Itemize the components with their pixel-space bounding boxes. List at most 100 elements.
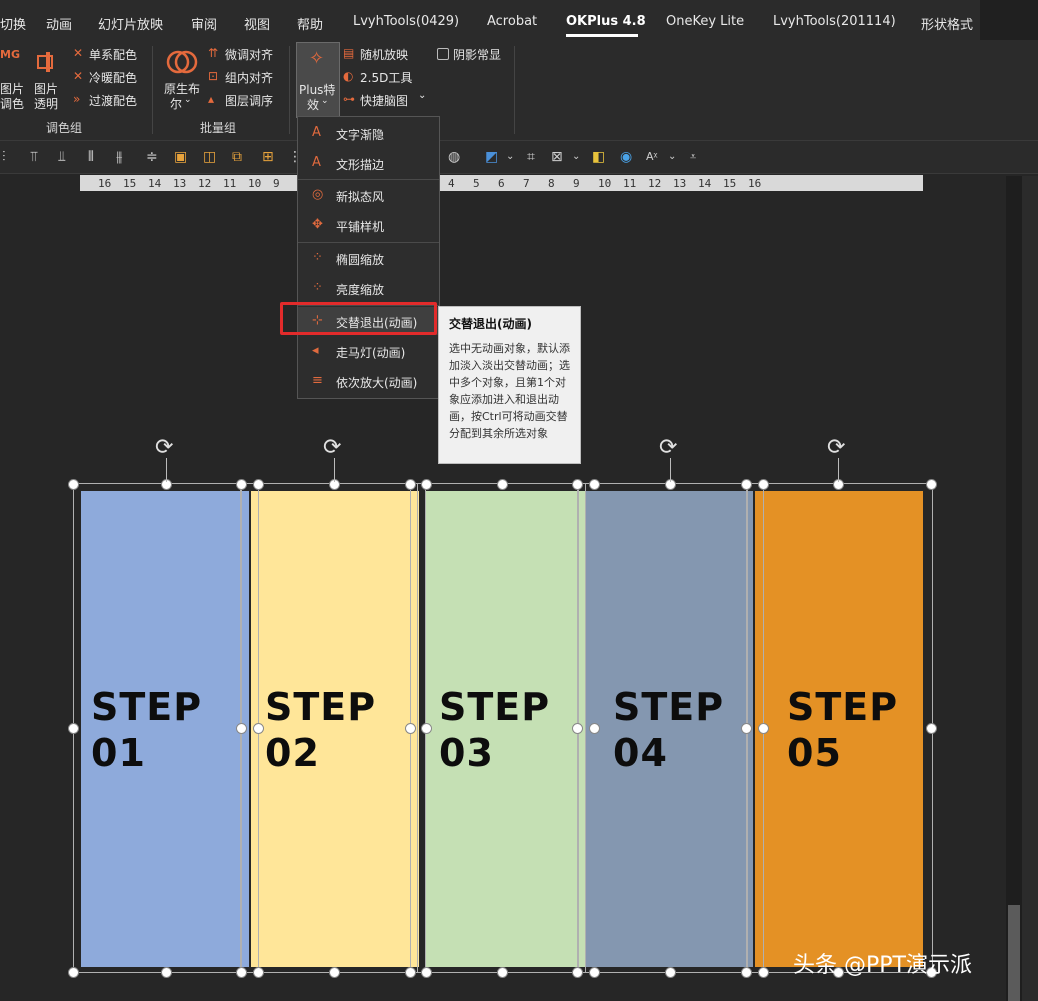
resize-handle[interactable] [741,967,752,978]
resize-handle[interactable] [236,479,247,490]
resize-handle[interactable] [253,723,264,734]
customize-toolbar-icon[interactable]: ⩡ [690,149,696,165]
tab-okplus[interactable]: OKPlus 4.8 [566,14,646,29]
resize-handle[interactable] [589,723,600,734]
chevron-down-icon[interactable]: ⌄ [668,149,676,165]
transition-color-button[interactable]: 过渡配色 [89,92,137,109]
rotate-handle-icon[interactable]: ⟳ [659,437,677,459]
resize-handle[interactable] [405,479,416,490]
resize-handle[interactable] [926,479,937,490]
crop-icon[interactable]: ⌗ [527,149,535,165]
resize-handle[interactable] [572,479,583,490]
tab-transitions[interactable]: 切换 [0,14,26,33]
group-align-button[interactable]: 组内对齐 [225,69,273,86]
distribute-icon[interactable]: ⫵ [116,149,122,165]
step-label-3[interactable]: STEP 03 [439,684,550,776]
step-label-4[interactable]: STEP 04 [613,684,724,776]
step-label-2[interactable]: STEP 02 [265,684,376,776]
tab-lvyhtools-201114[interactable]: LvyhTools(201114) [773,14,896,29]
random-show-button[interactable]: 随机放映 [360,46,408,63]
menu-item-5[interactable]: ⁘ 椭圆缩放 [298,244,439,272]
menu-item-4[interactable]: ✥ 平铺样机 [298,211,439,239]
resize-handle[interactable] [572,723,583,734]
warm-cold-color-button[interactable]: 冷暖配色 [89,69,137,86]
resize-handle[interactable] [497,967,508,978]
resize-handle[interactable] [758,723,769,734]
resize-handle[interactable] [926,723,937,734]
resize-handle[interactable] [161,967,172,978]
resize-handle[interactable] [758,479,769,490]
resize-handle[interactable] [253,479,264,490]
chevron-down-icon[interactable]: ⌄ [572,149,580,165]
resize-handle[interactable] [405,967,416,978]
shape-merge-icon[interactable]: ◍ [448,149,460,165]
quick-mindmap-button[interactable]: 快捷脑图 [360,92,408,109]
image-transparent-button[interactable] [32,48,66,78]
resize-handle[interactable] [68,723,79,734]
shape-fill-icon[interactable]: ◩ [485,149,498,165]
text-effect-icon[interactable]: Aᵡ [646,149,658,165]
shadow-checkbox[interactable] [437,48,449,60]
resize-handle[interactable] [758,967,769,978]
scrollbar-thumb[interactable] [1008,905,1020,1001]
resize-handle[interactable] [329,967,340,978]
color-square-icon[interactable]: ◧ [592,149,605,165]
resize-handle[interactable] [589,479,600,490]
menu-item-8[interactable]: ◂ 走马灯(动画) [298,337,439,365]
rotate-handle-icon[interactable]: ⟳ [323,437,341,459]
tab-slideshow[interactable]: 幻灯片放映 [98,14,163,33]
resize-handle[interactable] [68,967,79,978]
tab-lvyhtools-0429[interactable]: LvyhTools(0429) [353,14,459,29]
align-top-icon[interactable]: ⫪ [30,149,38,165]
align-middle-icon[interactable]: ≑ [146,149,158,165]
resize-handle[interactable] [421,723,432,734]
fine-align-button[interactable]: 微调对齐 [225,46,273,63]
resize-handle[interactable] [741,723,752,734]
resize-handle[interactable] [421,967,432,978]
tab-animations[interactable]: 动画 [46,14,72,33]
tab-help[interactable]: 帮助 [297,14,323,33]
picture-icon[interactable]: ⊠ [551,149,563,165]
menu-item-3[interactable]: ◎ 新拟态风 [298,181,439,209]
resize-handle[interactable] [497,479,508,490]
resize-handle[interactable] [236,723,247,734]
tab-review[interactable]: 审阅 [191,14,217,33]
tab-shape-format[interactable]: 形状格式 [921,14,973,33]
menu-item-6[interactable]: ⁘ 亮度缩放 [298,274,439,302]
tab-acrobat[interactable]: Acrobat [487,14,537,29]
layer-order-button[interactable]: 图层调序 [225,92,273,109]
resize-handle[interactable] [741,479,752,490]
tab-onekey-lite[interactable]: OneKey Lite [666,14,744,29]
native-boolean-button[interactable] [164,46,200,78]
group-icon[interactable]: ⧉ [232,149,242,165]
step-label-1[interactable]: STEP 01 [91,684,202,776]
resize-handle[interactable] [572,967,583,978]
resize-handle[interactable] [589,967,600,978]
rotate-handle-icon[interactable]: ⟳ [155,437,173,459]
menu-item-9[interactable]: ≡ 依次放大(动画) [298,367,439,395]
align-bottom-icon[interactable]: ⫫ [58,149,66,165]
rotate-handle-icon[interactable]: ⟳ [827,437,845,459]
image-color-button[interactable]: MG [0,48,22,70]
tool-2-5d-button[interactable]: 2.5D工具 [360,69,412,86]
align-center-icon[interactable]: ⫶ [2,149,6,165]
resize-handle[interactable] [253,967,264,978]
resize-handle[interactable] [421,479,432,490]
resize-handle[interactable] [68,479,79,490]
distribute-horizontal-icon[interactable]: ⫴ [88,149,94,165]
single-color-button[interactable]: 单系配色 [89,46,137,63]
plus-effects-button[interactable]: ✧ Plus特 效 ⌄ [296,42,340,118]
resize-handle[interactable] [236,967,247,978]
vertical-scrollbar[interactable] [1006,176,1022,1001]
resize-handle[interactable] [405,723,416,734]
bring-forward-icon[interactable]: ▣ [174,149,187,165]
send-backward-icon[interactable]: ◫ [203,149,216,165]
menu-item-1[interactable]: A 文字渐隐 [298,119,439,147]
resize-handle[interactable] [665,967,676,978]
step-label-5[interactable]: STEP 05 [787,684,898,776]
ungroup-icon[interactable]: ⊞ [262,149,274,165]
circle-outline-icon[interactable]: ◉ [620,149,632,165]
tab-view[interactable]: 视图 [244,14,270,33]
chevron-down-icon[interactable]: ⌄ [506,149,514,165]
menu-item-2[interactable]: A 文形描边 [298,149,439,177]
